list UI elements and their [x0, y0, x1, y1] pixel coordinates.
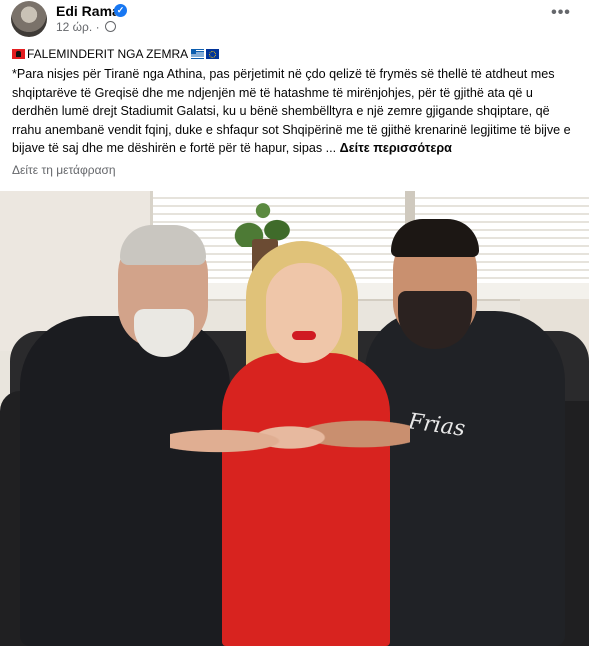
see-translation-link[interactable]: Δείτε τη μετάφραση	[12, 163, 116, 177]
see-more-link[interactable]: Δείτε περισσότερα	[340, 141, 452, 155]
post-timestamp[interactable]: 12 ώρ.	[56, 20, 92, 34]
headline-text: FALEMINDERIT NGA ZEMRA	[27, 47, 189, 61]
eu-flag-icon	[206, 49, 220, 59]
post-meta: 12 ώρ. ·	[56, 20, 116, 34]
photo-person-right-body	[365, 311, 565, 646]
author-name[interactable]: Edi Rama	[56, 3, 120, 19]
meta-separator: ·	[95, 20, 100, 34]
post-headline: FALEMINDERIT NGA ZEMRA	[12, 44, 220, 64]
photo-person-right-hair	[391, 219, 479, 257]
post-body: *Para nisjes për Tiranë nga Athina, pas …	[12, 65, 578, 158]
post-header: Edi Rama ✓ 12 ώρ. · •••	[0, 0, 589, 44]
globe-icon	[104, 21, 116, 32]
photo-hands-eagle-gesture	[170, 406, 410, 476]
photo-window-blinds	[150, 191, 589, 283]
photo-person-middle-lips	[292, 331, 316, 340]
photo-person-middle-head	[266, 263, 342, 363]
greece-flag-icon	[191, 49, 205, 59]
verified-badge-icon: ✓	[114, 4, 127, 17]
photo-person-middle-body	[222, 353, 390, 646]
photo-person-left-body	[20, 316, 230, 646]
post-photo[interactable]: Frias	[0, 191, 589, 646]
post-body-text: *Para nisjes për Tiranë nga Athina, pas …	[12, 67, 571, 155]
facebook-post: Edi Rama ✓ 12 ώρ. · ••• FALEMINDERIT NGA…	[0, 0, 589, 646]
more-options-button[interactable]: •••	[546, 2, 576, 28]
albania-flag-icon	[12, 49, 25, 59]
author-avatar[interactable]	[11, 1, 47, 37]
photo-person-left-hair	[120, 225, 206, 265]
